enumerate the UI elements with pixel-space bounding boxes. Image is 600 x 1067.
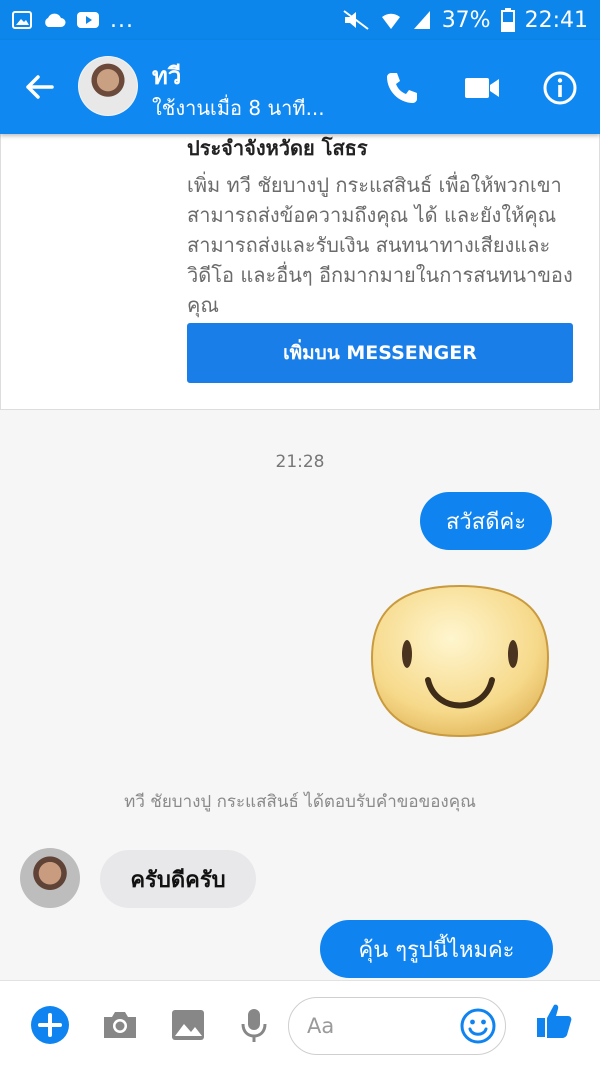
add-on-messenger-button[interactable]: เพิ่มบน MESSENGER	[187, 323, 573, 383]
battery-percent: 37%	[441, 7, 491, 33]
contact-name[interactable]: ทวี	[152, 56, 181, 95]
info-icon[interactable]	[540, 68, 580, 108]
request-accepted-notice: ทวี ชัยบางปู กระแสสินธ์ ได้ตอบรับคำขอของ…	[124, 792, 476, 812]
mic-icon[interactable]	[234, 1005, 274, 1045]
contact-avatar[interactable]	[78, 56, 138, 116]
emoji-icon[interactable]	[459, 1007, 497, 1045]
plus-icon[interactable]	[30, 1005, 70, 1045]
back-arrow-icon[interactable]	[22, 70, 56, 104]
image-icon[interactable]	[168, 1005, 208, 1045]
smiley-sticker[interactable]	[370, 582, 550, 738]
active-status: ใช้งานเมื่อ 8 นาที...	[152, 96, 325, 120]
clock: 22:41	[524, 7, 588, 33]
battery-icon	[500, 8, 515, 32]
message-placeholder: Aa	[307, 1014, 335, 1038]
phone-icon[interactable]	[382, 68, 422, 108]
message-composer: Aa	[0, 980, 600, 1067]
more-notifications: ...	[110, 7, 134, 33]
video-icon[interactable]	[462, 68, 502, 108]
gallery-icon	[12, 11, 32, 29]
card-title: ประจำจังหวัดย โสธร	[187, 136, 368, 160]
status-bar: ... 37% 22:41	[0, 0, 600, 40]
cloud-icon	[45, 13, 66, 27]
card-body: เพิ่ม ทวี ชัยบางปู กระแสสินธ์ เพื่อให้พว…	[187, 173, 573, 317]
youtube-icon	[77, 12, 99, 28]
mute-icon	[343, 10, 369, 30]
outgoing-message[interactable]: คุ้น ๆรูปนี้ไหมค่ะ	[320, 920, 553, 978]
conversation-header: ทวี ใช้งานเมื่อ 8 นาที...	[0, 40, 600, 134]
incoming-message[interactable]: ครับดีครับ	[100, 850, 256, 908]
thumbs-up-icon[interactable]	[534, 1001, 574, 1041]
message-timestamp: 21:28	[275, 452, 325, 472]
outgoing-message[interactable]: สวัสดีค่ะ	[420, 492, 552, 550]
wifi-icon	[381, 13, 400, 29]
message-input[interactable]: Aa	[288, 997, 506, 1055]
camera-icon[interactable]	[100, 1005, 140, 1045]
signal-icon	[413, 11, 430, 29]
sender-avatar[interactable]	[20, 848, 80, 908]
